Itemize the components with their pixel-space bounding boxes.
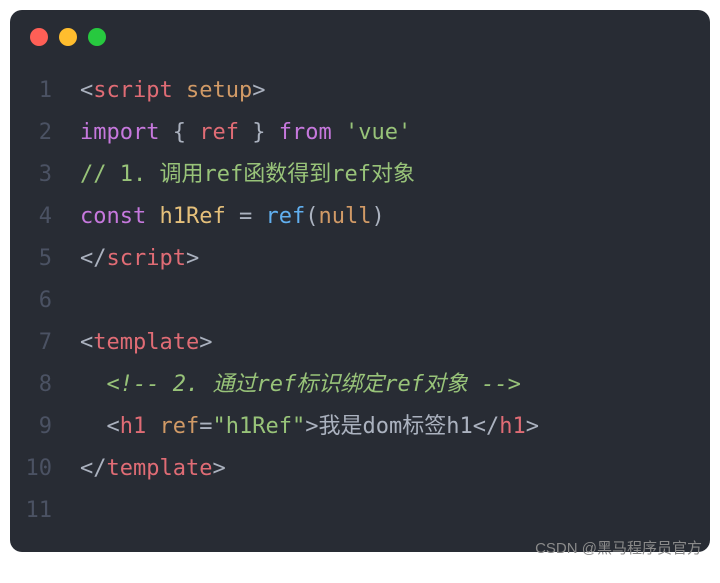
line-number: 11 (10, 490, 80, 532)
line-number: 8 (10, 364, 80, 406)
watermark: CSDN @黑马程序员官方 (535, 537, 702, 558)
code-line: 8 <!-- 2. 通过ref标识绑定ref对象 --> (10, 364, 710, 406)
code-line: 4 const h1Ref = ref(null) (10, 196, 710, 238)
code-content: <h1 ref="h1Ref">我是dom标签h1</h1> (80, 406, 710, 448)
code-line: 5 </script> (10, 238, 710, 280)
code-content: </script> (80, 238, 710, 280)
code-line: 3 // 1. 调用ref函数得到ref对象 (10, 154, 710, 196)
window-titlebar (10, 10, 710, 54)
code-content: </template> (80, 448, 710, 490)
line-number: 1 (10, 70, 80, 112)
code-line: 1 <script setup> (10, 70, 710, 112)
code-content: <template> (80, 322, 710, 364)
close-icon[interactable] (30, 28, 48, 46)
code-window: 1 <script setup> 2 import { ref } from '… (10, 10, 710, 552)
line-number: 5 (10, 238, 80, 280)
code-content: <script setup> (80, 70, 710, 112)
code-line: 9 <h1 ref="h1Ref">我是dom标签h1</h1> (10, 406, 710, 448)
code-content: <!-- 2. 通过ref标识绑定ref对象 --> (80, 364, 710, 406)
code-content: const h1Ref = ref(null) (80, 196, 710, 238)
code-editor: 1 <script setup> 2 import { ref } from '… (10, 54, 710, 532)
line-number: 7 (10, 322, 80, 364)
zoom-icon[interactable] (88, 28, 106, 46)
minimize-icon[interactable] (59, 28, 77, 46)
code-line: 11 (10, 490, 710, 532)
code-line: 7 <template> (10, 322, 710, 364)
code-content: import { ref } from 'vue' (80, 112, 710, 154)
line-number: 2 (10, 112, 80, 154)
line-number: 4 (10, 196, 80, 238)
line-number: 10 (10, 448, 80, 490)
line-number: 3 (10, 154, 80, 196)
code-content: // 1. 调用ref函数得到ref对象 (80, 154, 710, 196)
line-number: 6 (10, 280, 80, 322)
line-number: 9 (10, 406, 80, 448)
code-line: 2 import { ref } from 'vue' (10, 112, 710, 154)
code-line: 10 </template> (10, 448, 710, 490)
code-line: 6 (10, 280, 710, 322)
